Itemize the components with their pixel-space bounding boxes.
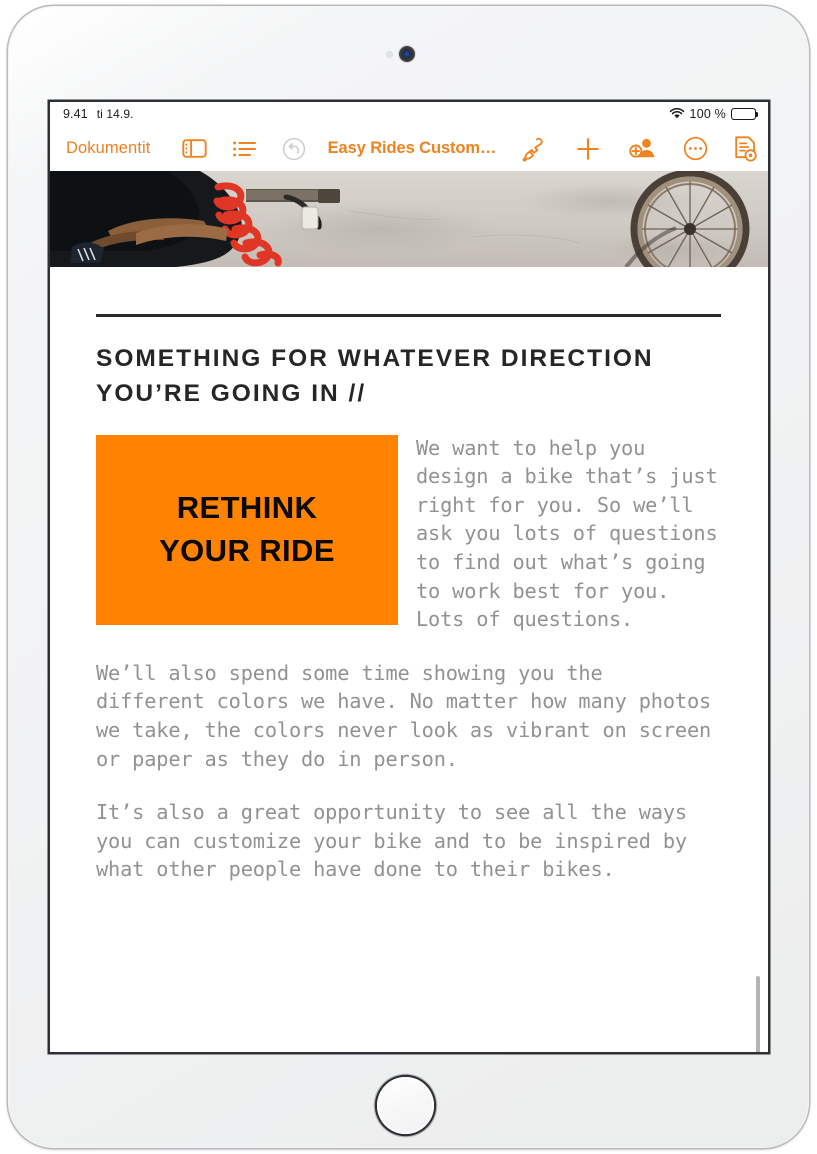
- ipad-screen: 9.41 ti 14.9. 100 % Dokumentit Easy Ride…: [50, 102, 768, 1052]
- status-bar-right: 100 %: [669, 107, 759, 122]
- more-options-icon[interactable]: [683, 136, 708, 161]
- status-bar: 9.41 ti 14.9. 100 %: [50, 102, 768, 126]
- paragraph-1: RETHINK YOUR RIDE We want to help you de…: [96, 434, 721, 634]
- battery-percentage: 100 %: [689, 107, 726, 121]
- document-canvas[interactable]: SOMETHING FOR WHATEVER DIRECTION YOU’RE …: [50, 171, 768, 1052]
- page-title: SOMETHING FOR WHATEVER DIRECTION YOU’RE …: [96, 344, 654, 407]
- callout-line-1: RETHINK: [176, 489, 318, 525]
- paragraph-2: We’ll also spend some time showing you t…: [96, 660, 712, 771]
- home-button[interactable]: [377, 1077, 434, 1134]
- hero-image[interactable]: [50, 171, 768, 267]
- wifi-icon: [669, 107, 685, 122]
- rethink-your-ride-callout[interactable]: RETHINK YOUR RIDE: [96, 434, 398, 625]
- battery-full-icon: [731, 108, 759, 120]
- document-title[interactable]: Easy Rides Custom…: [328, 139, 497, 158]
- status-time: 9.41: [63, 107, 88, 121]
- format-brush-icon[interactable]: [520, 136, 546, 162]
- sidebar-icon[interactable]: [182, 137, 207, 160]
- add-collaborator-icon[interactable]: [629, 136, 657, 161]
- insert-plus-icon[interactable]: [575, 136, 601, 162]
- app-toolbar: Dokumentit Easy Rides Custom…: [50, 126, 768, 171]
- hero-image-artwork: [50, 171, 768, 267]
- status-date: ti 14.9.: [96, 107, 134, 121]
- list-view-icon[interactable]: [232, 138, 257, 160]
- vertical-scroll-indicator[interactable]: [756, 976, 760, 1052]
- callout-line-2: YOUR RIDE: [159, 532, 335, 568]
- paragraph-3: It’s also a great opportunity to see all…: [96, 800, 687, 882]
- paragraph-1-text: We want to help you design a bike that’s…: [416, 435, 718, 632]
- document-text-body[interactable]: SOMETHING FOR WHATEVER DIRECTION YOU’RE …: [50, 314, 768, 884]
- document-preview-icon[interactable]: [733, 135, 758, 162]
- documents-back-button[interactable]: Dokumentit: [66, 139, 150, 158]
- undo-icon[interactable]: [282, 137, 306, 161]
- front-camera-icon: [399, 46, 415, 62]
- heading-divider-rule: [96, 314, 721, 317]
- ambient-light-sensor-icon: [386, 51, 393, 58]
- status-bar-left: 9.41 ti 14.9.: [63, 107, 134, 121]
